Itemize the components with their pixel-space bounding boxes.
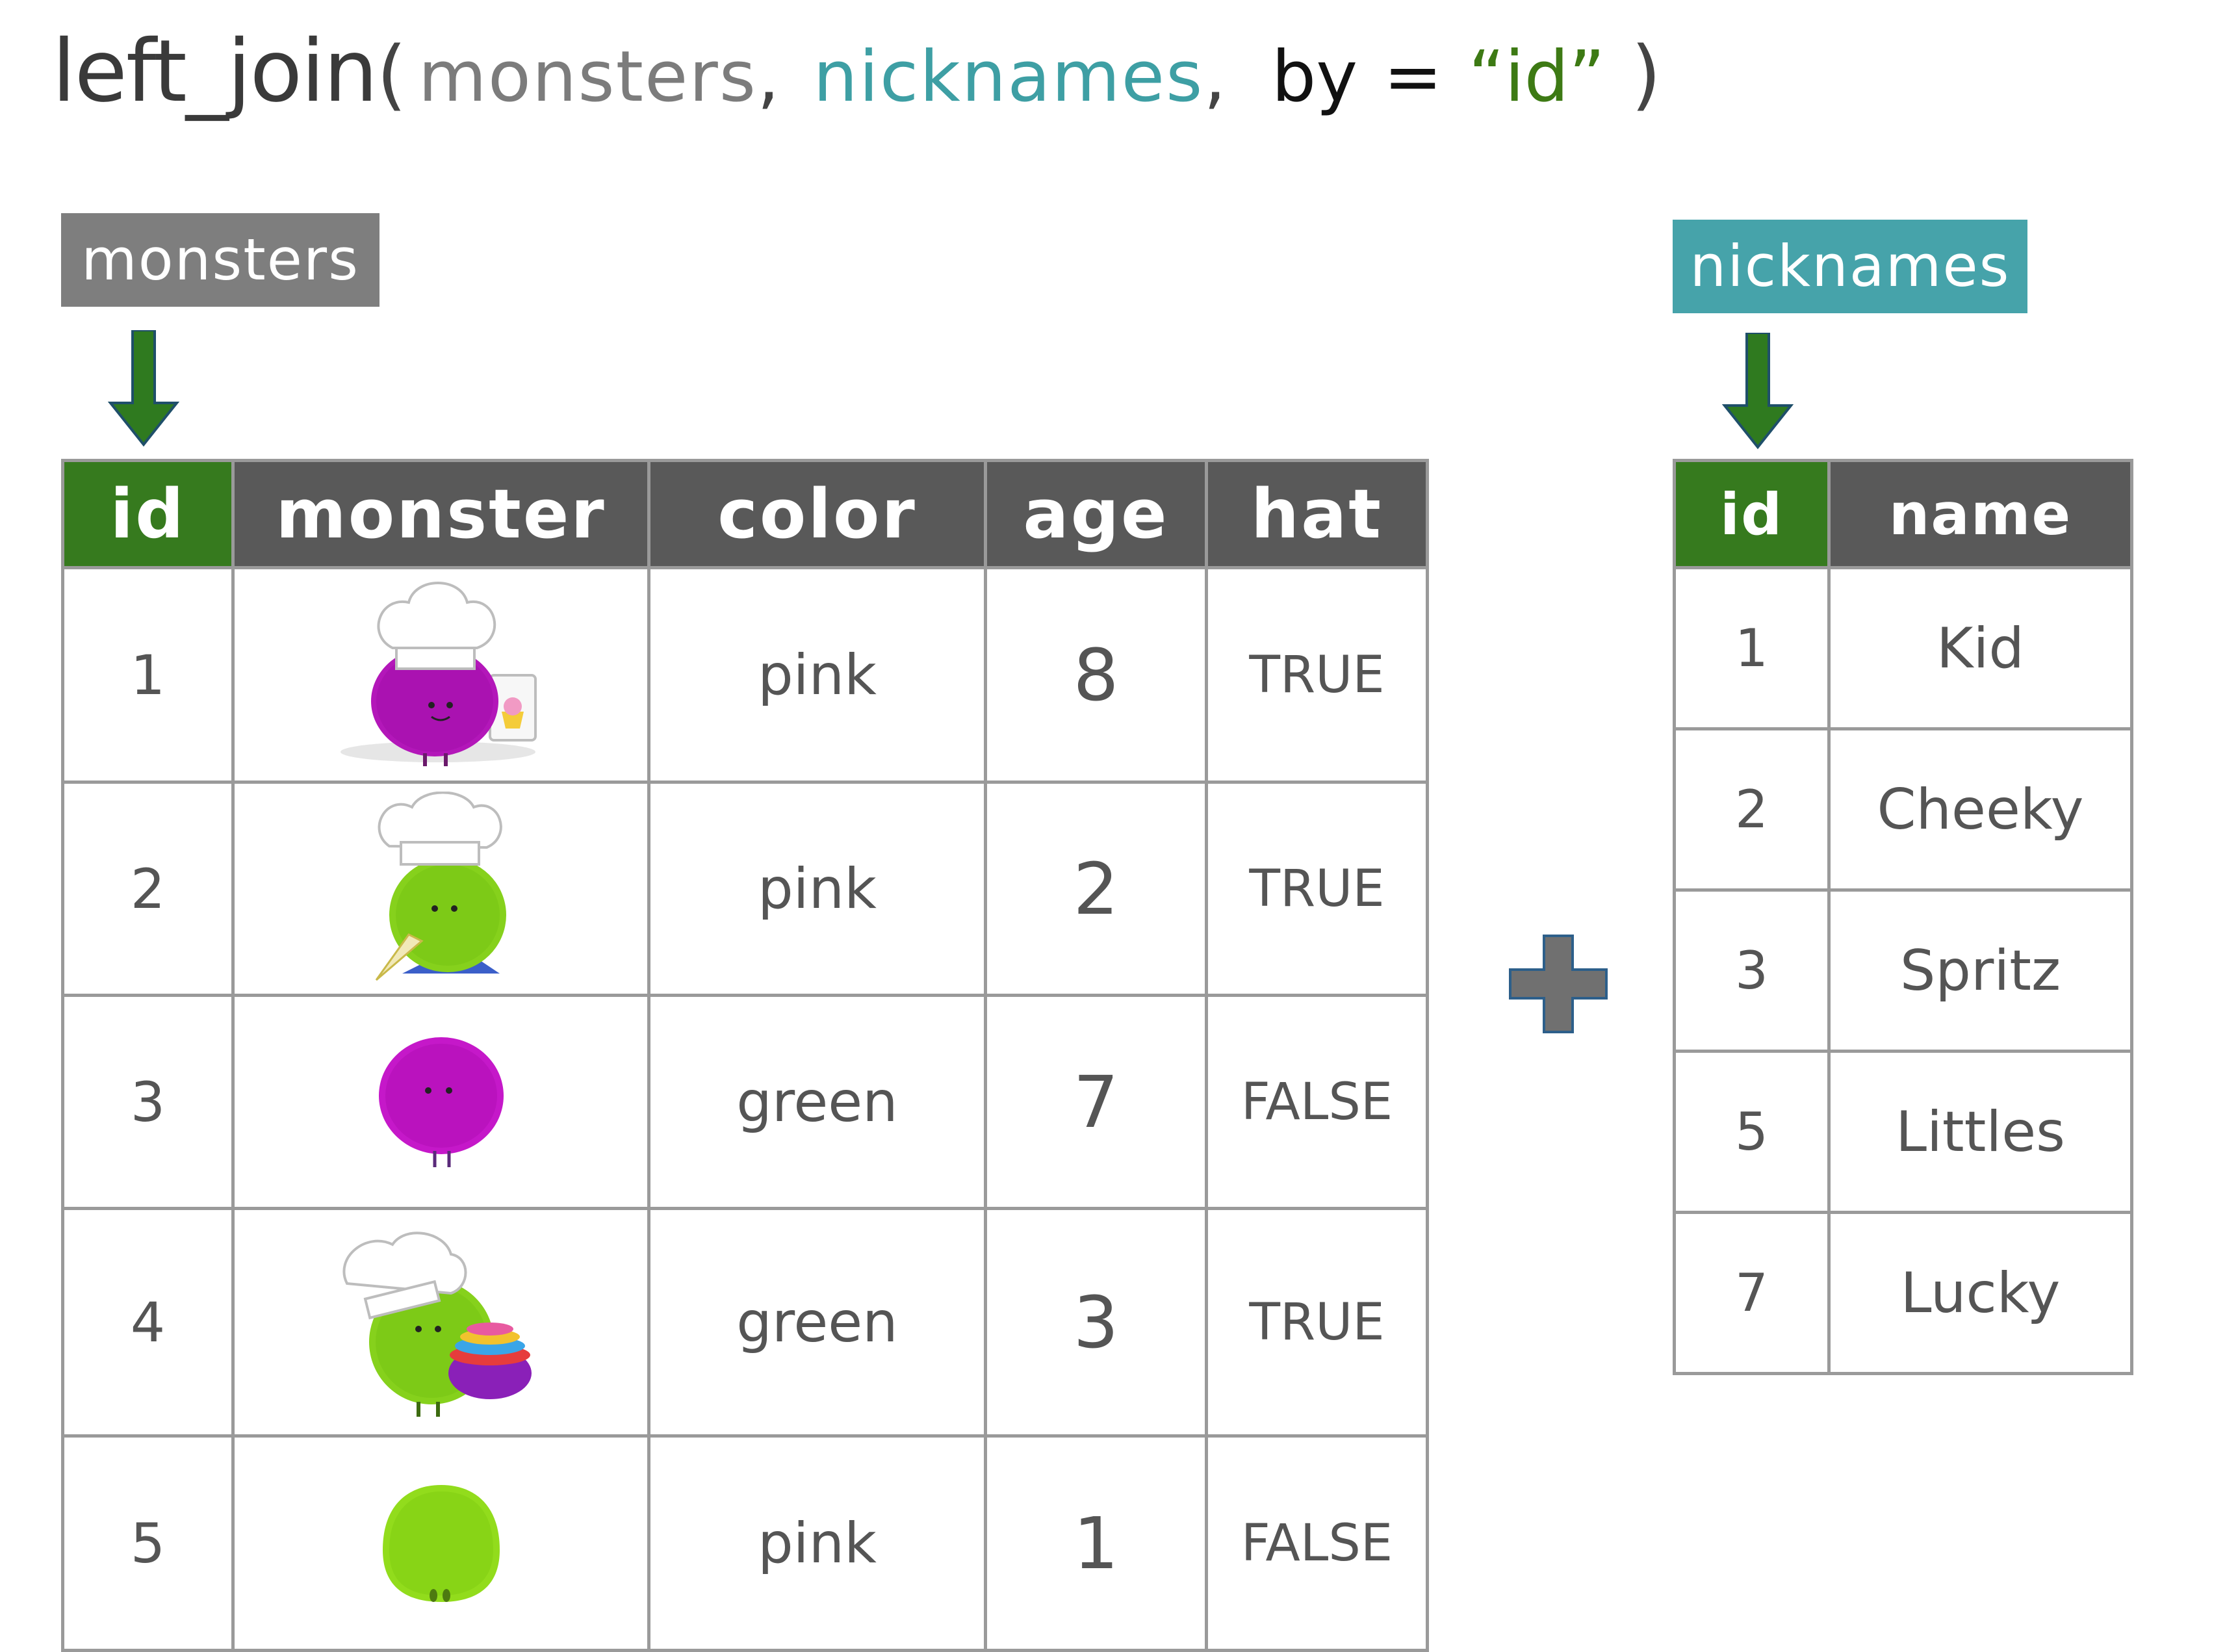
cell-hat: FALSE [1205,994,1429,1210]
table-row: 3 green 7 FALSE [61,994,1429,1210]
cell-age: 8 [984,566,1208,784]
table-row: 4 green 3 TRUE [61,1207,1429,1438]
open-paren: ( [376,29,407,119]
cell-hat: TRUE [1205,781,1429,997]
cell-color: pink [647,566,987,784]
cell-monster [231,781,650,997]
table-row: 2 pink 2 TRUE [61,781,1429,997]
header-age: age [984,459,1208,569]
cell-color: green [647,1207,987,1438]
table-row: 1 Kid [1673,566,2133,730]
cell-hat: TRUE [1205,566,1429,784]
table-row: 5 pink 1 FALSE [61,1434,1429,1652]
close-paren: ) [1631,29,1662,119]
cell-monster [231,566,650,784]
cell-id: 3 [1673,888,1831,1053]
header-monster: monster [231,459,650,569]
cell-color: pink [647,1434,987,1652]
comma: , [1203,36,1226,118]
cell-id: 3 [61,994,235,1210]
monsters-label: monsters [61,213,379,307]
cell-color: green [647,994,987,1210]
table-row: 3 Spritz [1673,888,2133,1053]
cell-id: 2 [61,781,235,997]
cell-hat: FALSE [1205,1434,1429,1652]
nicknames-table: id name 1 Kid 2 Cheeky 3 Spritz 5 Little… [1673,459,2133,1375]
header-color: color [647,459,987,569]
cell-color: pink [647,781,987,997]
monsters-table: id monster color age hat 1 pink 8 TRUE 2… [61,459,1429,1652]
cell-id: 1 [61,566,235,784]
cell-name: Kid [1827,566,2133,730]
cell-id: 4 [61,1207,235,1438]
comma: , [757,36,780,118]
header-row: id name [1673,459,2133,569]
purple-chef-monster-icon [340,581,537,766]
table-row: 5 Littles [1673,1050,2133,1214]
nicknames-label: nicknames [1673,220,2027,313]
cell-monster [231,1434,650,1652]
equals-sign: = [1383,36,1443,118]
magenta-fuzzy-monster-icon [378,1037,504,1167]
header-id: id [61,459,235,569]
lime-fuzzy-monster-icon [382,1484,500,1602]
arg-monsters: monsters [418,36,758,118]
table-row: 2 Cheeky [1673,727,2133,892]
header-hat: hat [1205,459,1429,569]
table-row: 1 pink 8 TRUE [61,566,1429,784]
by-keyword: by [1271,36,1358,118]
cell-id: 2 [1673,727,1831,892]
cell-hat: TRUE [1205,1207,1429,1438]
down-arrow-icon [108,330,179,447]
cell-id: 7 [1673,1211,1831,1375]
green-chef-monster-icon [375,791,506,981]
arg-nicknames: nicknames [813,36,1204,118]
by-value: “id” [1468,36,1606,118]
green-chef-monster-with-bowls-icon [342,1231,532,1417]
cell-monster [231,1207,650,1438]
cell-id: 5 [61,1434,235,1652]
function-name: left_join [52,21,378,122]
cell-age: 3 [984,1207,1208,1438]
table-row: 7 Lucky [1673,1211,2133,1375]
header-row: id monster color age hat [61,459,1429,569]
cell-id: 5 [1673,1050,1831,1214]
header-name: name [1827,459,2133,569]
cell-age: 1 [984,1434,1208,1652]
cell-id: 1 [1673,566,1831,730]
cell-name: Spritz [1827,888,2133,1053]
cell-name: Cheeky [1827,727,2133,892]
down-arrow-icon [1722,333,1794,450]
cell-name: Littles [1827,1050,2133,1214]
cell-monster [231,994,650,1210]
join-formula: left_join(monsters, nicknames, by = “id”) [52,19,1661,123]
cell-name: Lucky [1827,1211,2133,1375]
plus-icon [1509,935,1608,1033]
header-id: id [1673,459,1831,569]
cell-age: 2 [984,781,1208,997]
cell-age: 7 [984,994,1208,1210]
